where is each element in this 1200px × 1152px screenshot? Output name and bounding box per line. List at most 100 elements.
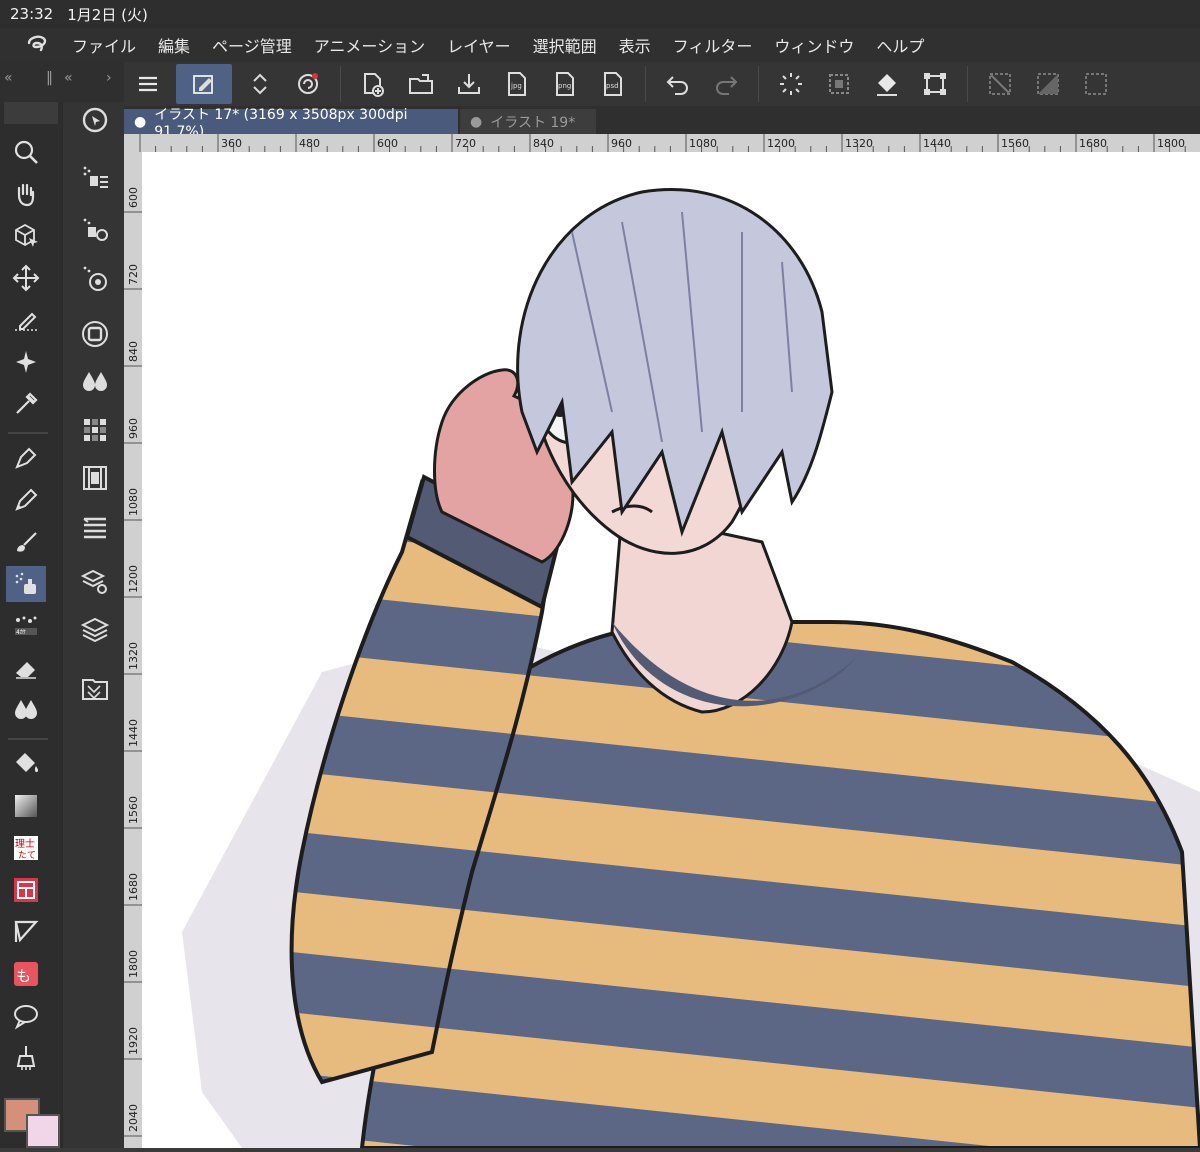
ruler-label: 1680	[127, 873, 140, 901]
menu-view[interactable]: 表示	[619, 33, 651, 57]
invert-selection-icon[interactable]	[1028, 64, 1068, 104]
svg-text:jpg: jpg	[510, 82, 522, 90]
menu-layer[interactable]: レイヤー	[447, 33, 511, 57]
ruler-label: 360	[221, 137, 242, 150]
menu-icon[interactable]	[128, 64, 168, 104]
material-icon[interactable]	[77, 670, 113, 706]
pen-select-icon[interactable]	[176, 64, 232, 104]
hand-icon[interactable]	[6, 176, 46, 212]
export-png-icon[interactable]: png	[545, 64, 585, 104]
ruler-label: 720	[455, 137, 476, 150]
zoom-icon[interactable]	[6, 134, 46, 170]
clear-selection-icon[interactable]	[980, 64, 1020, 104]
loading-icon[interactable]	[771, 64, 811, 104]
layer-search-icon[interactable]	[77, 564, 113, 600]
decoration-icon[interactable]: 4ｶｹ	[6, 608, 46, 644]
menu-window[interactable]: ウィンドウ	[774, 33, 854, 57]
ruler-label: 1680	[1079, 137, 1107, 150]
open-folder-icon[interactable]	[401, 64, 441, 104]
menu-filter[interactable]: フィルター	[673, 33, 753, 57]
svg-text:psd: psd	[606, 82, 619, 90]
text-icon[interactable]: も	[6, 956, 46, 992]
ruler-label: 600	[377, 137, 398, 150]
app-logo-icon[interactable]	[288, 64, 328, 104]
eyedropper-icon[interactable]	[6, 386, 46, 422]
sub-tool-select-icon[interactable]	[77, 102, 113, 138]
frame-icon[interactable]	[6, 872, 46, 908]
airbrush-icon[interactable]	[6, 566, 46, 602]
auto-select-icon[interactable]	[6, 344, 46, 380]
airbrush-target-icon[interactable]	[77, 260, 113, 296]
tab-illust-17[interactable]: ● イラスト 17* (3169 x 3508px 300dpi 91.7%)	[124, 107, 458, 140]
sub-color-swatch[interactable]	[26, 1114, 60, 1148]
color-mix-icon[interactable]	[77, 364, 113, 400]
ruler-icon[interactable]	[6, 914, 46, 950]
app-logo-icon[interactable]	[24, 31, 52, 59]
menu-page[interactable]: ページ管理	[212, 33, 292, 57]
tab-label: イラスト 19*	[490, 114, 576, 131]
menu-selection[interactable]: 選択範囲	[533, 33, 597, 57]
collapse-left-icon[interactable]: «	[64, 70, 73, 86]
undo-icon[interactable]	[658, 64, 698, 104]
toolbar-separator	[967, 66, 968, 102]
select-layer-icon[interactable]	[1076, 64, 1116, 104]
brush-icon[interactable]	[6, 524, 46, 560]
svg-text:4ｶｹ: 4ｶｹ	[16, 629, 26, 636]
up-down-chevron-icon[interactable]	[240, 64, 280, 104]
balloon-icon[interactable]	[6, 998, 46, 1034]
ruler-label: 1080	[127, 488, 140, 516]
tab-illust-19[interactable]: ● イラスト 19*	[460, 109, 596, 134]
tone-pattern-icon[interactable]	[77, 412, 113, 448]
airbrush-list-icon[interactable]	[77, 160, 113, 196]
eraser-icon[interactable]	[6, 650, 46, 686]
timeline-icon[interactable]	[77, 460, 113, 496]
move-icon[interactable]	[6, 260, 46, 296]
menu-edit[interactable]: 編集	[158, 33, 190, 57]
toolbar-separator	[645, 66, 646, 102]
select-dashed-icon[interactable]	[819, 64, 859, 104]
redo-icon[interactable]	[706, 64, 746, 104]
layer-frame-icon[interactable]	[77, 316, 113, 352]
toolbar-separator	[758, 66, 759, 102]
menu-help[interactable]: ヘルプ	[876, 33, 924, 57]
pen-icon[interactable]	[6, 440, 46, 476]
save-icon[interactable]	[449, 64, 489, 104]
new-file-icon[interactable]	[353, 64, 393, 104]
svg-text:理士: 理士	[15, 837, 35, 850]
ruler-label: 960	[611, 137, 632, 150]
svg-text:png: png	[558, 82, 571, 90]
ruler-label: 480	[299, 137, 320, 150]
fill-icon[interactable]	[6, 746, 46, 782]
shape-icon[interactable]: 理士 たて	[6, 830, 46, 866]
expand-right-icon[interactable]: ›	[106, 70, 112, 86]
ruler-top: 360 480 600 720 840 960 1080 1200 1320 1440 1560 16…	[124, 134, 1200, 152]
clock: 23:32	[10, 5, 54, 23]
airbrush-settings-icon[interactable]	[77, 212, 113, 248]
collapse-left-icon[interactable]: «	[4, 70, 13, 86]
layer-property-icon[interactable]	[77, 508, 113, 544]
sub-tool-palette	[62, 102, 125, 1148]
selection-pen-icon[interactable]	[6, 302, 46, 338]
panel-grip-icon[interactable]: ‖	[46, 70, 53, 86]
ruler-label: 1920	[127, 1027, 140, 1055]
ruler-label: 1800	[1157, 137, 1185, 150]
tab-dot-icon: ●	[470, 113, 483, 130]
gradient-icon[interactable]	[6, 788, 46, 824]
palette-separator	[8, 432, 48, 434]
menu-animation[interactable]: アニメーション	[314, 33, 425, 57]
status-bar: 23:32 1月2日 (火)	[0, 0, 1200, 28]
ruler-label: 720	[127, 264, 140, 285]
canvas[interactable]	[142, 152, 1200, 1148]
blend-icon[interactable]	[6, 692, 46, 728]
cube-icon[interactable]	[6, 218, 46, 254]
correct-line-icon[interactable]	[6, 1040, 46, 1076]
fill-bucket-icon[interactable]	[867, 64, 907, 104]
pencil-icon[interactable]	[6, 482, 46, 518]
menu-file[interactable]: ファイル	[72, 33, 136, 57]
layers-icon[interactable]	[77, 612, 113, 648]
export-jpg-icon[interactable]: jpg	[497, 64, 537, 104]
export-psd-icon[interactable]: psd	[593, 64, 633, 104]
transform-icon[interactable]	[915, 64, 955, 104]
svg-text:たて: たて	[18, 850, 36, 861]
palette-tab[interactable]	[4, 102, 58, 124]
